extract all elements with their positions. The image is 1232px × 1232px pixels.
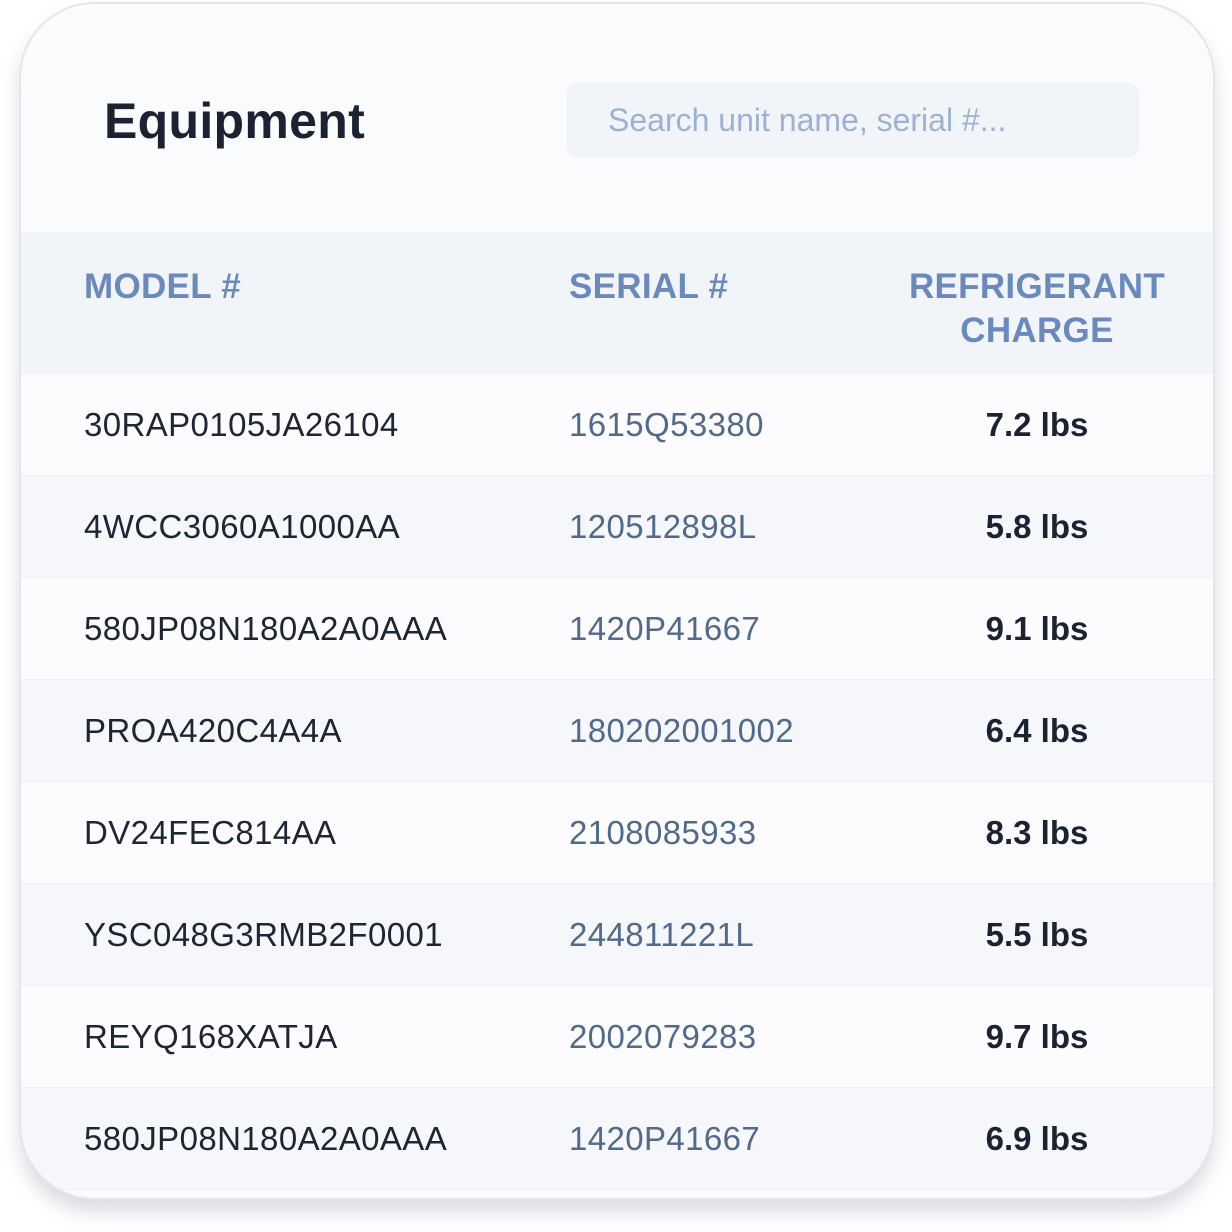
charge-cell: 5.8 lbs: [985, 508, 1089, 545]
charge-cell: 9.1 lbs: [985, 610, 1089, 647]
model-cell: YSC048G3RMB2F0001: [84, 916, 443, 953]
charge-cell: 5.5 lbs: [985, 916, 1089, 953]
column-header-model[interactable]: MODEL #: [84, 265, 241, 309]
serial-cell: 180202001002: [569, 712, 795, 749]
serial-cell: 1615Q53380: [569, 406, 764, 443]
serial-cell: 244811221L: [569, 916, 755, 953]
search-input[interactable]: [567, 83, 1139, 157]
model-cell: 580JP08N180A2A0AAA: [84, 610, 448, 647]
model-cell: REYQ168XATJA: [84, 1018, 338, 1055]
table-row[interactable]: DV24FEC814AA 2108085933 8.3 lbs: [21, 782, 1213, 884]
equipment-card: Equipment MODEL # SERIAL # REFRIGERANT C…: [19, 2, 1215, 1200]
model-cell: DV24FEC814AA: [84, 814, 337, 851]
table-row[interactable]: 580JP08N180A2A0AAA 1420P41667 6.9 lbs: [21, 1088, 1213, 1190]
page-title: Equipment: [104, 93, 366, 149]
charge-cell: 6.9 lbs: [985, 1120, 1089, 1157]
table-row[interactable]: YSC048G3RMB2F0001 244811221L 5.5 lbs: [21, 884, 1213, 986]
table-row[interactable]: 580JP08N180A2A0AAA 1420P41667 9.1 lbs: [21, 578, 1213, 680]
column-header-charge-line2: CHARGE: [960, 311, 1114, 350]
serial-cell: 1420P41667: [569, 1120, 761, 1157]
column-header-refrigerant-charge[interactable]: REFRIGERANT CHARGE: [901, 265, 1173, 353]
table-row[interactable]: 4WCC3060A1000AA 120512898L 5.8 lbs: [21, 476, 1213, 578]
charge-cell: 7.2 lbs: [985, 406, 1089, 443]
table-row[interactable]: 30RAP0105JA26104 1615Q53380 7.2 lbs: [21, 374, 1213, 476]
table-header: MODEL # SERIAL # REFRIGERANT CHARGE: [21, 232, 1213, 374]
serial-cell: 120512898L: [569, 508, 757, 545]
serial-cell: 2108085933: [569, 814, 757, 851]
model-cell: 30RAP0105JA26104: [84, 406, 399, 443]
column-header-charge-line1: REFRIGERANT: [908, 267, 1166, 306]
charge-cell: 9.7 lbs: [985, 1018, 1089, 1055]
model-cell: PROA420C4A4A: [84, 712, 342, 749]
model-cell: 580JP08N180A2A0AAA: [84, 1120, 448, 1157]
card-header: Equipment: [21, 4, 1213, 230]
table-body: 30RAP0105JA26104 1615Q53380 7.2 lbs 4WCC…: [21, 374, 1213, 1190]
column-header-serial[interactable]: SERIAL #: [569, 265, 728, 309]
charge-cell: 6.4 lbs: [985, 712, 1089, 749]
table-row[interactable]: REYQ168XATJA 2002079283 9.7 lbs: [21, 986, 1213, 1088]
charge-cell: 8.3 lbs: [985, 814, 1089, 851]
model-cell: 4WCC3060A1000AA: [84, 508, 401, 545]
serial-cell: 1420P41667: [569, 610, 761, 647]
table-row[interactable]: PROA420C4A4A 180202001002 6.4 lbs: [21, 680, 1213, 782]
serial-cell: 2002079283: [569, 1018, 757, 1055]
